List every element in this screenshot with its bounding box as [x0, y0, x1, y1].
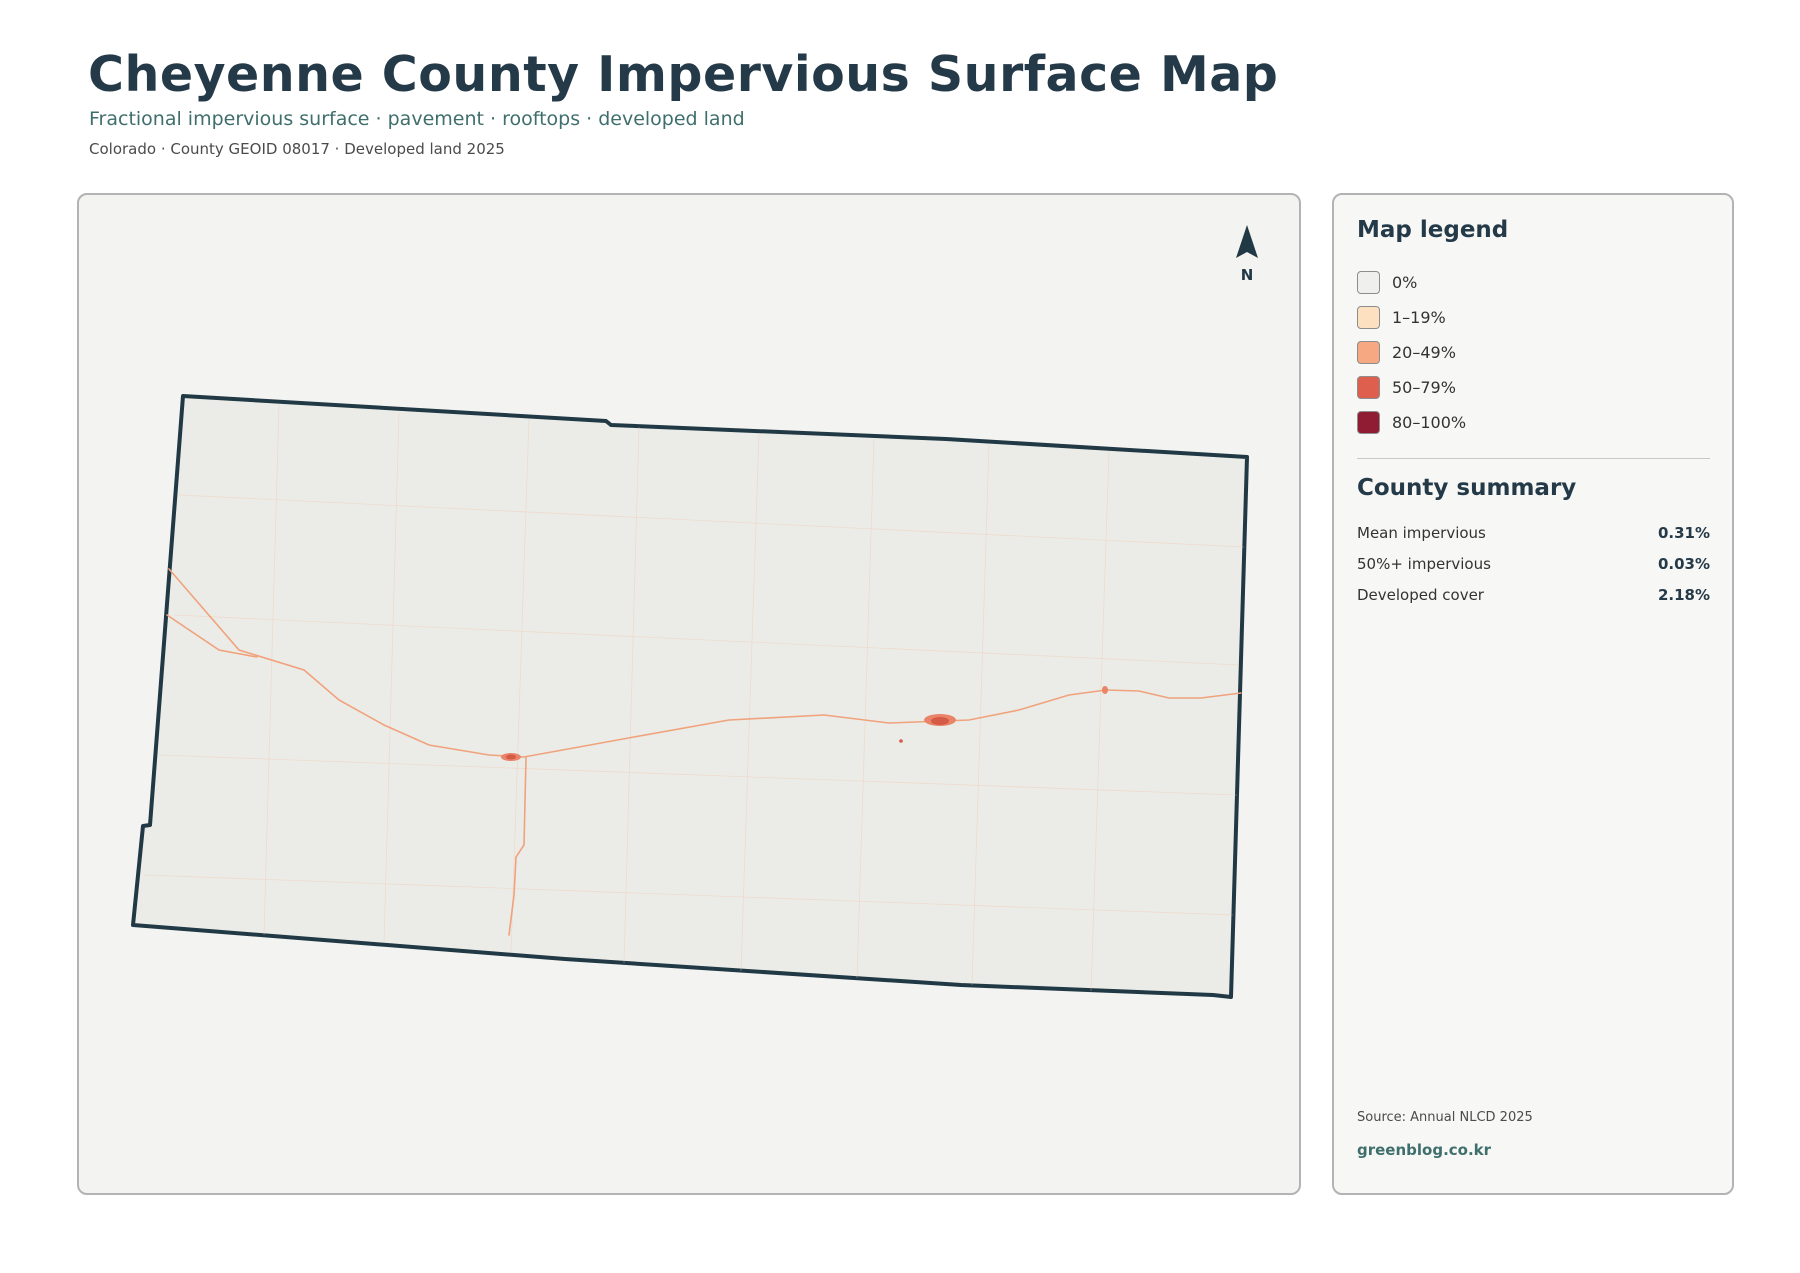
data-source: Source: Annual NLCD 2025 [1357, 1110, 1533, 1125]
legend-swatch [1357, 271, 1380, 294]
legend-label: 50–79% [1392, 378, 1456, 397]
legend-divider [1357, 458, 1710, 459]
summary-value: 0.31% [1657, 523, 1710, 542]
legend-swatch [1357, 306, 1380, 329]
legend-swatch [1357, 341, 1380, 364]
legend-swatch [1357, 411, 1380, 434]
north-arrow-icon [1236, 225, 1258, 258]
town-kit-carson [501, 753, 521, 761]
summary-table: Mean impervious 0.31% 50%+ impervious 0.… [1357, 517, 1710, 610]
legend-item-4: 80–100% [1357, 405, 1466, 440]
legend-item-2: 20–49% [1357, 335, 1466, 370]
map-panel[interactable]: N [77, 193, 1301, 1195]
legend-list: 0% 1–19% 20–49% 50–79% 80–100% [1357, 265, 1466, 440]
summary-value: 2.18% [1657, 585, 1710, 604]
county-boundary [131, 394, 1249, 999]
summary-label: Mean impervious [1357, 523, 1486, 542]
legend-title: Map legend [1357, 217, 1509, 243]
summary-value: 0.03% [1657, 554, 1710, 573]
legend-label: 0% [1392, 273, 1418, 292]
map-canvas[interactable]: N [79, 195, 1301, 1195]
summary-label: 50%+ impervious [1357, 554, 1491, 573]
legend-label: 1–19% [1392, 308, 1446, 327]
page-subtitle: Fractional impervious surface · pavement… [89, 108, 745, 130]
legend-label: 80–100% [1392, 413, 1467, 432]
summary-row: Developed cover 2.18% [1357, 579, 1710, 610]
legend-swatch [1357, 376, 1380, 399]
credit-link[interactable]: greenblog.co.kr [1357, 1141, 1491, 1159]
legend-item-0: 0% [1357, 265, 1466, 300]
summary-title: County summary [1357, 475, 1577, 501]
summary-row: 50%+ impervious 0.03% [1357, 548, 1710, 579]
page-meta: Colorado · County GEOID 08017 · Develope… [89, 140, 505, 158]
legend-item-1: 1–19% [1357, 300, 1466, 335]
summary-row: Mean impervious 0.31% [1357, 517, 1710, 548]
legend-label: 20–49% [1392, 343, 1456, 362]
legend-item-3: 50–79% [1357, 370, 1466, 405]
page-title: Cheyenne County Impervious Surface Map [88, 46, 1279, 103]
north-label: N [1241, 266, 1254, 284]
legend-panel: Map legend 0% 1–19% 20–49% 50–79% 80–100… [1332, 193, 1734, 1195]
town-arapahoe [1102, 686, 1108, 694]
summary-label: Developed cover [1357, 585, 1484, 604]
